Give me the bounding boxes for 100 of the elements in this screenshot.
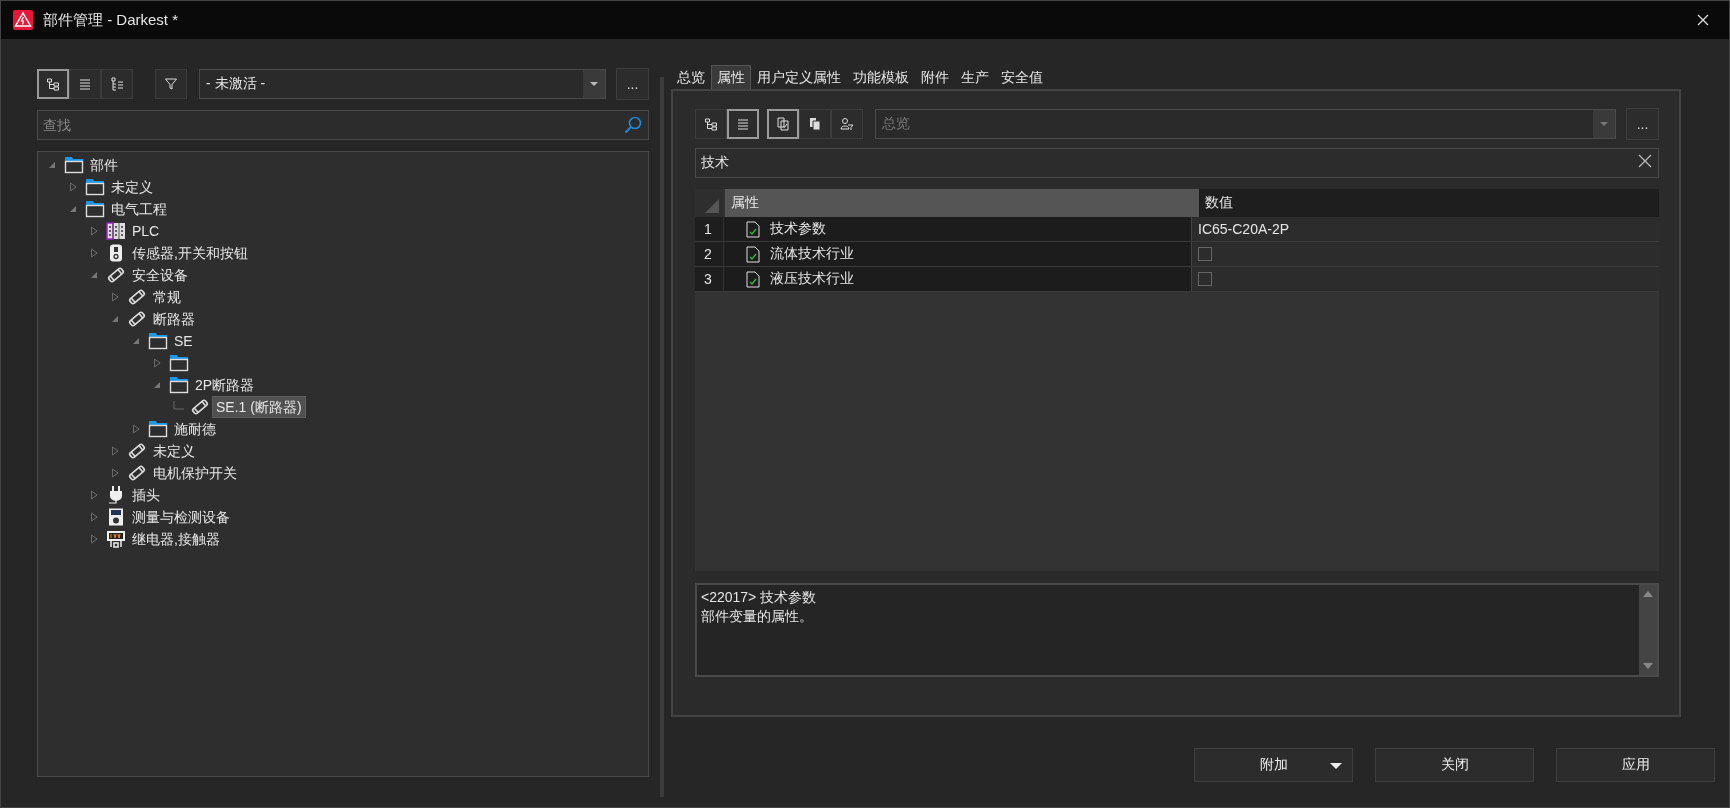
- tree-item[interactable]: 插头: [129, 485, 163, 505]
- tab[interactable]: 功能模板: [847, 65, 915, 89]
- collapsed-arrow-icon[interactable]: [90, 534, 98, 544]
- tab[interactable]: 用户定义属性: [751, 65, 847, 89]
- tree-list-icon: [110, 77, 124, 91]
- split-button[interactable]: 附加: [1194, 748, 1353, 782]
- tree-item[interactable]: SE.1 (断路器): [213, 397, 305, 417]
- tree-item[interactable]: 部件: [87, 155, 121, 175]
- list-view-button[interactable]: [69, 69, 101, 99]
- property-filter-field[interactable]: 技术: [695, 148, 1659, 178]
- expanded-arrow-icon[interactable]: [153, 381, 161, 389]
- tree-view-button[interactable]: [37, 69, 69, 99]
- fuse-icon: [106, 266, 126, 284]
- folder-icon: [148, 420, 168, 438]
- fuse-icon: [190, 398, 210, 416]
- expanded-arrow-icon[interactable]: [69, 205, 77, 213]
- meter-icon: [106, 508, 126, 526]
- search-icon[interactable]: [624, 116, 642, 134]
- list-button[interactable]: [727, 109, 759, 139]
- tree-item[interactable]: SE: [171, 331, 196, 351]
- list-icon: [736, 117, 750, 131]
- row-number: 2: [695, 242, 723, 266]
- more-button[interactable]: ...: [616, 68, 649, 100]
- more-button[interactable]: ...: [1626, 108, 1659, 140]
- collapsed-arrow-icon[interactable]: [153, 358, 161, 368]
- tree-item[interactable]: 电气工程: [108, 199, 170, 219]
- collapsed-arrow-icon[interactable]: [90, 512, 98, 522]
- fuse-icon: [127, 288, 147, 306]
- expanded-arrow-icon[interactable]: [132, 337, 140, 345]
- tree-item[interactable]: 电机保护开关: [150, 463, 240, 483]
- column-header[interactable]: 属性: [723, 189, 1199, 217]
- expanded-arrow-icon[interactable]: [111, 315, 119, 323]
- filter-button[interactable]: [155, 69, 187, 99]
- clear-icon[interactable]: [1638, 154, 1652, 168]
- search-field[interactable]: 查找: [37, 110, 649, 140]
- table-cell: 液压技术行业: [770, 270, 854, 288]
- tab[interactable]: 生产: [955, 65, 995, 89]
- folder-icon: [85, 200, 105, 218]
- tree-item[interactable]: 常规: [150, 287, 184, 307]
- tab[interactable]: 总览: [671, 65, 711, 89]
- column-header[interactable]: 数值: [1199, 189, 1659, 217]
- dialog-button[interactable]: 应用: [1556, 748, 1715, 782]
- tree-item[interactable]: 2P断路器: [192, 375, 258, 395]
- tab[interactable]: 安全值: [995, 65, 1049, 89]
- tree-item[interactable]: 传感器,开关和按钮: [129, 243, 251, 263]
- user-filter-button[interactable]: [831, 109, 863, 139]
- collapsed-arrow-icon[interactable]: [111, 292, 119, 302]
- tree-button[interactable]: [695, 109, 727, 139]
- description-text: <22017> 技术参数: [701, 588, 818, 607]
- scroll-up-icon[interactable]: [1643, 591, 1653, 597]
- checkbox[interactable]: [1198, 272, 1212, 286]
- filter-dropdown[interactable]: - 未激活 -: [199, 69, 606, 99]
- folder-icon: [85, 178, 105, 196]
- collapsed-arrow-icon[interactable]: [132, 424, 140, 434]
- table-cell: IC65-C20A-2P: [1198, 221, 1290, 237]
- expanded-arrow-icon[interactable]: [48, 161, 56, 169]
- tree-item[interactable]: 施耐德: [171, 419, 219, 439]
- fuse-icon: [127, 464, 147, 482]
- tree-item[interactable]: PLC: [129, 221, 163, 241]
- scroll-down-icon[interactable]: [1643, 663, 1653, 669]
- dropdown-arrow-icon: [590, 82, 598, 86]
- checkbox[interactable]: [1198, 247, 1212, 261]
- table-cell: 技术参数: [770, 220, 826, 238]
- document-check-icon: [746, 220, 760, 238]
- collapsed-arrow-icon[interactable]: [111, 468, 119, 478]
- tree-item[interactable]: 安全设备: [129, 265, 191, 285]
- tree-item[interactable]: 未定义: [150, 441, 198, 461]
- folder-icon: [148, 332, 168, 350]
- document-check-icon: [746, 245, 760, 263]
- tree-item[interactable]: 测量与检测设备: [129, 507, 233, 527]
- tree-item[interactable]: 断路器: [150, 309, 198, 329]
- tree-list-view-button[interactable]: [101, 69, 133, 99]
- folder-icon: [169, 376, 189, 394]
- relay-icon: [106, 530, 126, 548]
- collapsed-arrow-icon[interactable]: [90, 226, 98, 236]
- fuse-icon: [127, 442, 147, 460]
- app-logo-icon: [13, 10, 33, 30]
- collapsed-arrow-icon[interactable]: [69, 182, 77, 192]
- tree-item[interactable]: 未定义: [108, 177, 156, 197]
- list-icon: [78, 77, 92, 91]
- paste-button[interactable]: [799, 109, 831, 139]
- tab[interactable]: 附件: [915, 65, 955, 89]
- fuse-icon: [127, 310, 147, 328]
- folder-icon: [64, 156, 84, 174]
- collapsed-arrow-icon[interactable]: [111, 446, 119, 456]
- window-title: 部件管理 - Darkest *: [43, 10, 179, 30]
- row-number: 1: [695, 217, 723, 241]
- collapsed-arrow-icon[interactable]: [90, 248, 98, 258]
- dialog-button[interactable]: 关闭: [1375, 748, 1534, 782]
- tree-connector-icon: [172, 401, 184, 413]
- documents-icon: [808, 117, 822, 131]
- user-filter-icon: [840, 117, 854, 131]
- funnel-icon: [164, 77, 178, 91]
- tree-item[interactable]: 继电器,接触器: [129, 529, 223, 549]
- close-icon[interactable]: [1697, 14, 1709, 26]
- tab[interactable]: 属性: [711, 65, 751, 89]
- collapsed-arrow-icon[interactable]: [90, 490, 98, 500]
- scrollbar[interactable]: [1639, 585, 1657, 675]
- copy-button[interactable]: [767, 109, 799, 139]
- expanded-arrow-icon[interactable]: [90, 271, 98, 279]
